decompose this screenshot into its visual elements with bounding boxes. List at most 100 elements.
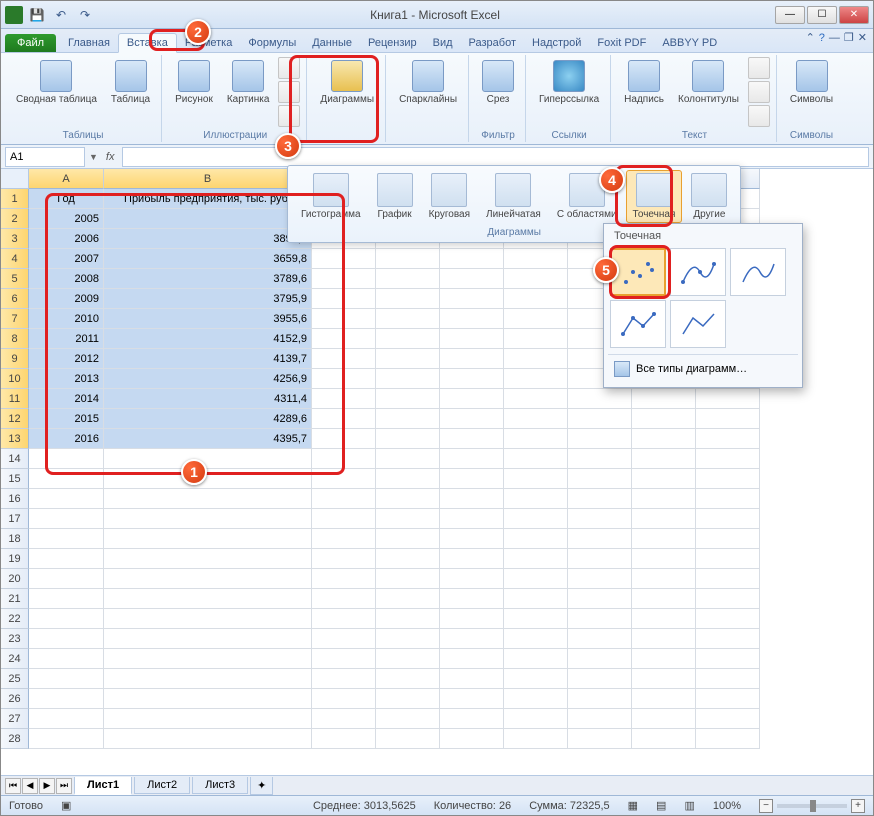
row-header[interactable]: 6: [1, 289, 29, 309]
cell[interactable]: [440, 449, 504, 469]
cell[interactable]: 3659,8: [104, 249, 312, 269]
row-header[interactable]: 16: [1, 489, 29, 509]
cell[interactable]: [440, 489, 504, 509]
cell[interactable]: [440, 289, 504, 309]
cell[interactable]: [376, 309, 440, 329]
cell[interactable]: 2014: [29, 389, 104, 409]
fx-icon[interactable]: fx: [102, 151, 119, 163]
cell[interactable]: [104, 629, 312, 649]
cell[interactable]: [312, 589, 376, 609]
cell[interactable]: [29, 529, 104, 549]
cell[interactable]: 2016: [29, 429, 104, 449]
row-header[interactable]: 25: [1, 669, 29, 689]
cell[interactable]: [696, 729, 760, 749]
sheet-first-icon[interactable]: ⏮: [5, 778, 21, 794]
cell[interactable]: [568, 429, 632, 449]
cell[interactable]: [504, 649, 568, 669]
cell[interactable]: [312, 509, 376, 529]
row-header[interactable]: 8: [1, 329, 29, 349]
doc-restore-icon[interactable]: ❐: [844, 31, 854, 44]
cell[interactable]: [504, 669, 568, 689]
scatter-straight-markers[interactable]: [610, 300, 666, 348]
cell[interactable]: [312, 369, 376, 389]
zoom-out-icon[interactable]: −: [759, 799, 773, 813]
cell[interactable]: [568, 529, 632, 549]
cell[interactable]: [440, 589, 504, 609]
cell[interactable]: [632, 669, 696, 689]
object-icon[interactable]: [748, 105, 770, 127]
cell[interactable]: Прибыль предприятия, тыс. руб.: [104, 189, 312, 209]
cell[interactable]: [696, 649, 760, 669]
tab-developer[interactable]: Разработ: [461, 34, 524, 52]
chart-column-button[interactable]: Гистограмма: [294, 170, 368, 223]
zoom-level[interactable]: 100%: [713, 800, 741, 812]
minimize-ribbon-icon[interactable]: ⌃: [806, 31, 815, 44]
cell[interactable]: [632, 529, 696, 549]
cell[interactable]: [29, 589, 104, 609]
cell[interactable]: [312, 469, 376, 489]
cell[interactable]: [696, 589, 760, 609]
all-chart-types-button[interactable]: Все типы диаграмм…: [608, 354, 798, 383]
cell[interactable]: [104, 489, 312, 509]
cell[interactable]: [568, 409, 632, 429]
sheet-tab-2[interactable]: Лист2: [134, 777, 190, 794]
cell[interactable]: [312, 489, 376, 509]
cell[interactable]: [440, 729, 504, 749]
row-header[interactable]: 27: [1, 709, 29, 729]
shapes-icon[interactable]: [278, 57, 300, 79]
cell[interactable]: [504, 409, 568, 429]
row-header[interactable]: 10: [1, 369, 29, 389]
cell[interactable]: [568, 669, 632, 689]
cell[interactable]: [696, 409, 760, 429]
cell[interactable]: [312, 729, 376, 749]
cell[interactable]: [568, 389, 632, 409]
row-header[interactable]: 3: [1, 229, 29, 249]
tab-abbyy[interactable]: ABBYY PD: [654, 34, 725, 52]
row-header[interactable]: 1: [1, 189, 29, 209]
cell[interactable]: [312, 309, 376, 329]
cell[interactable]: [376, 409, 440, 429]
cell[interactable]: [696, 609, 760, 629]
cell[interactable]: [440, 469, 504, 489]
cell[interactable]: [312, 629, 376, 649]
screenshot-icon[interactable]: [278, 105, 300, 127]
cell[interactable]: [312, 409, 376, 429]
cell[interactable]: [696, 529, 760, 549]
row-header[interactable]: 19: [1, 549, 29, 569]
cell[interactable]: [376, 329, 440, 349]
cell[interactable]: [568, 709, 632, 729]
cell[interactable]: [376, 629, 440, 649]
row-header[interactable]: 7: [1, 309, 29, 329]
cell[interactable]: [104, 609, 312, 629]
cell[interactable]: [504, 509, 568, 529]
help-icon[interactable]: ?: [819, 32, 825, 44]
cell[interactable]: [312, 689, 376, 709]
sparklines-button[interactable]: Спарклайны: [394, 57, 462, 108]
cell[interactable]: [632, 589, 696, 609]
cell[interactable]: [632, 469, 696, 489]
cell[interactable]: [29, 449, 104, 469]
cell[interactable]: [376, 269, 440, 289]
cell[interactable]: [104, 549, 312, 569]
cell[interactable]: [376, 449, 440, 469]
cell[interactable]: [312, 529, 376, 549]
cell[interactable]: [504, 469, 568, 489]
charts-button[interactable]: Диаграммы: [315, 57, 379, 108]
cell[interactable]: 3955,6: [104, 309, 312, 329]
doc-minimize-icon[interactable]: —: [829, 32, 840, 44]
chart-scatter-button[interactable]: Точечная: [626, 170, 683, 223]
cell[interactable]: [568, 549, 632, 569]
cell[interactable]: [568, 509, 632, 529]
headerfooter-button[interactable]: Колонтитулы: [673, 57, 744, 108]
cell[interactable]: [312, 609, 376, 629]
cell[interactable]: [376, 609, 440, 629]
cell[interactable]: [440, 689, 504, 709]
cell[interactable]: [29, 669, 104, 689]
cell[interactable]: 2011: [29, 329, 104, 349]
row-header[interactable]: 21: [1, 589, 29, 609]
cell[interactable]: [312, 349, 376, 369]
cell[interactable]: [312, 549, 376, 569]
cell[interactable]: [504, 489, 568, 509]
cell[interactable]: [376, 689, 440, 709]
cell[interactable]: [696, 449, 760, 469]
